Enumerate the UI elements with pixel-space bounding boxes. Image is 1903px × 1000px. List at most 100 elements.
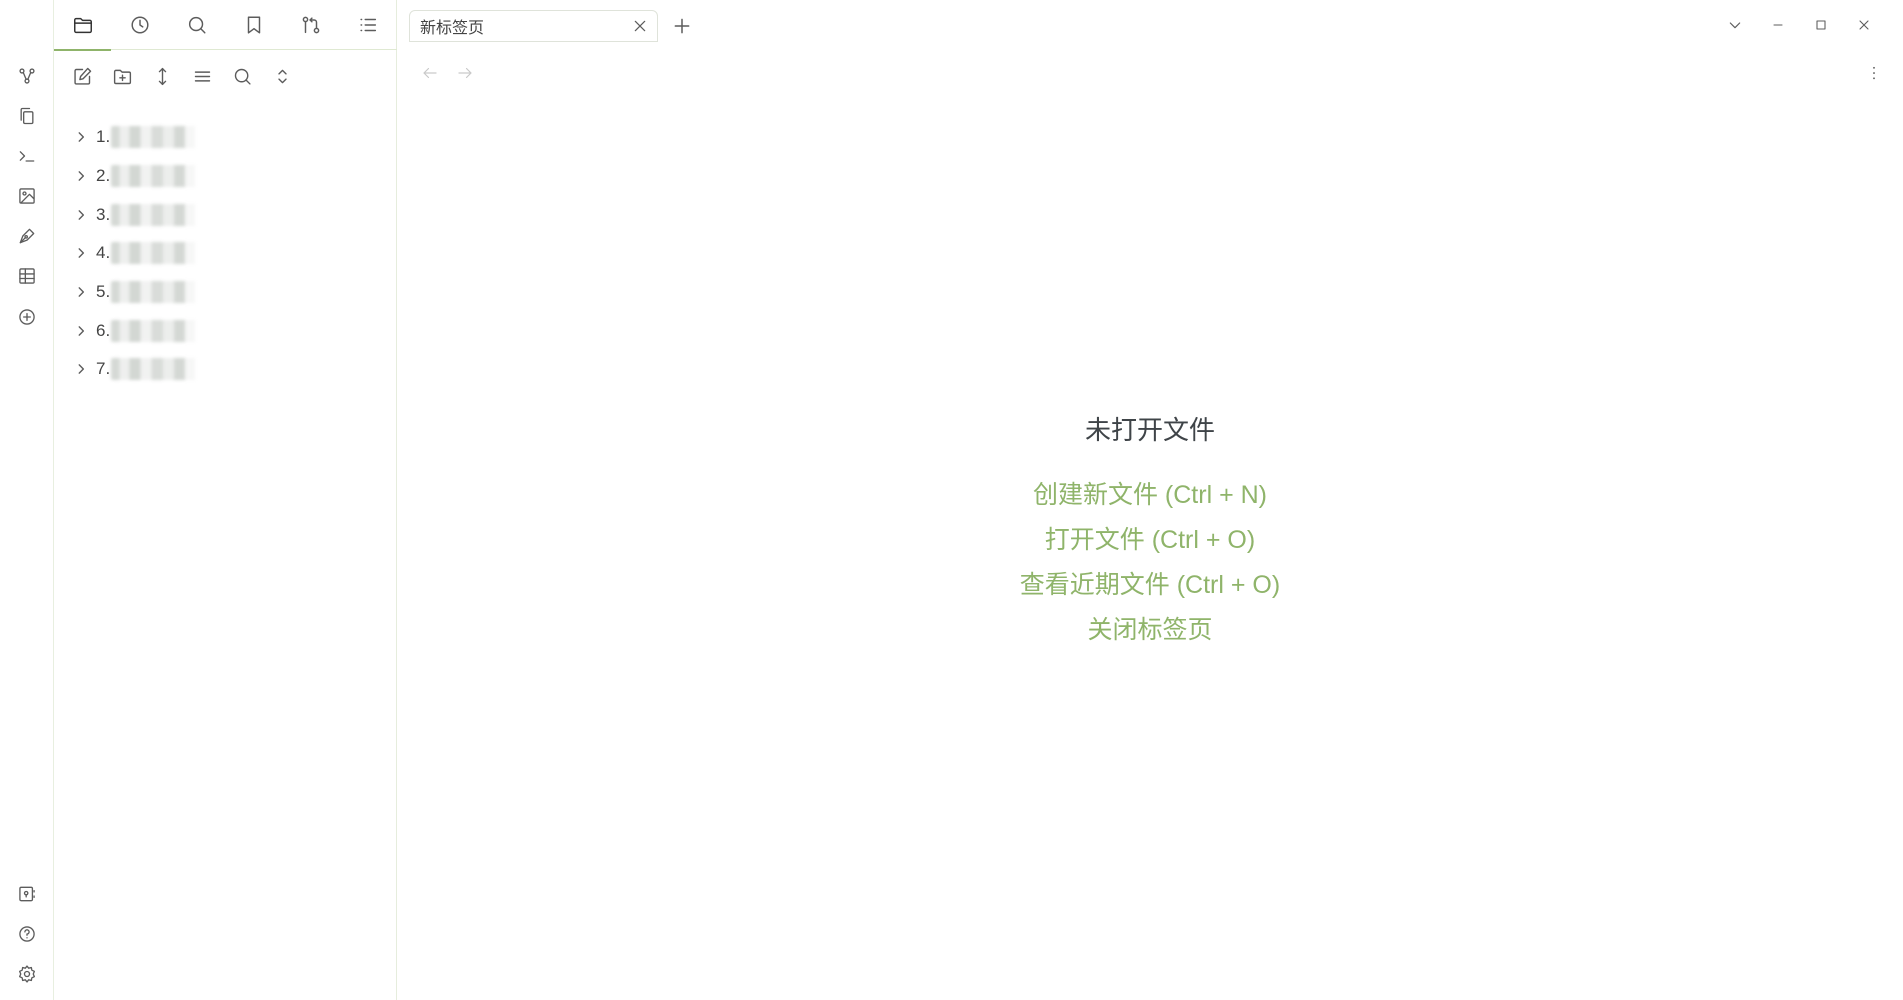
file-tree: 1. 2. 3. 4. 5. 6. 7. — [74, 118, 374, 389]
folder-icon — [73, 17, 92, 34]
new-folder-button[interactable] — [108, 62, 136, 90]
tree-item-label: 2. — [96, 166, 111, 186]
redacted-text — [111, 319, 196, 342]
tree-folder[interactable]: 4. — [74, 234, 374, 273]
tree-folder[interactable]: 2. — [74, 157, 374, 196]
ribbon — [0, 0, 54, 1000]
git-compare-icon — [302, 16, 319, 34]
redacted-text — [111, 281, 196, 304]
tree-folder[interactable]: 3. — [74, 195, 374, 234]
tab-close-button[interactable] — [627, 13, 653, 39]
chevron-down-icon — [1729, 22, 1741, 29]
clock-icon — [130, 16, 149, 34]
chevron-right-icon — [78, 364, 85, 375]
sort-icon — [158, 67, 166, 85]
menu-icon — [194, 70, 210, 82]
close-icon — [634, 20, 646, 32]
close-window-button[interactable] — [1849, 11, 1879, 39]
image-icon — [19, 188, 35, 204]
redacted-text — [111, 242, 196, 265]
list-icon — [359, 18, 376, 32]
view-header — [397, 58, 1903, 88]
add-plugin-button[interactable] — [14, 304, 40, 330]
more-vertical-icon — [1873, 66, 1875, 80]
tab-list-button[interactable] — [1720, 11, 1750, 39]
close-icon — [1859, 20, 1869, 30]
tree-item-label: 1. — [96, 127, 111, 147]
terminal-icon — [19, 151, 35, 162]
search-icon — [234, 68, 251, 85]
tab-outline[interactable] — [339, 0, 396, 50]
pen-icon — [19, 228, 35, 244]
table-icon — [19, 268, 35, 284]
graph-icon — [19, 68, 35, 84]
open-file-link[interactable]: 打开文件 (Ctrl + O) — [397, 518, 1903, 563]
vault-button[interactable] — [14, 881, 40, 907]
tree-folder[interactable]: 6. — [74, 311, 374, 350]
menu-button[interactable] — [188, 62, 216, 90]
file-explorer-sidebar: 1. 2. 3. 4. 5. 6. 7. — [54, 0, 397, 1000]
chevron-right-icon — [78, 209, 85, 220]
copy-button[interactable] — [14, 103, 40, 129]
draw-button[interactable] — [14, 223, 40, 249]
sort-button[interactable] — [148, 62, 176, 90]
image-button[interactable] — [14, 183, 40, 209]
close-tab-link[interactable]: 关闭标签页 — [397, 608, 1903, 653]
terminal-button[interactable] — [14, 143, 40, 169]
copy-icon — [20, 107, 34, 125]
collapse-icon — [277, 69, 287, 83]
sidebar-tab-bar — [54, 0, 397, 51]
tree-item-label: 5. — [96, 282, 111, 302]
settings-button[interactable] — [14, 961, 40, 987]
tab-file-explorer[interactable] — [54, 0, 111, 51]
navigate-forward-button[interactable] — [452, 60, 478, 86]
tab-search[interactable] — [168, 0, 225, 50]
help-button[interactable] — [14, 921, 40, 947]
redacted-text — [111, 165, 196, 188]
tree-folder[interactable]: 1. — [74, 118, 374, 157]
arrow-right-icon — [458, 67, 472, 79]
tree-folder[interactable]: 7. — [74, 350, 374, 389]
tab-new-tab[interactable]: 新标签页 — [409, 10, 658, 42]
explorer-search-button[interactable] — [228, 62, 256, 90]
tree-folder[interactable]: 5. — [74, 273, 374, 312]
create-new-file-link[interactable]: 创建新文件 (Ctrl + N) — [397, 473, 1903, 518]
more-options-button[interactable] — [1861, 60, 1887, 86]
chevron-right-icon — [78, 132, 85, 143]
minimize-icon — [1773, 24, 1783, 26]
bookmark-icon — [247, 16, 260, 34]
chevron-right-icon — [78, 325, 85, 336]
recent-files-link[interactable]: 查看近期文件 (Ctrl + O) — [397, 563, 1903, 608]
plus-circle-icon — [19, 309, 35, 325]
tab-recent-files[interactable] — [111, 0, 168, 50]
chevron-right-icon — [78, 287, 85, 297]
new-tab-button[interactable] — [669, 13, 695, 39]
redacted-text — [111, 358, 196, 381]
tab-title: 新标签页 — [420, 20, 485, 37]
chevron-right-icon — [78, 171, 85, 181]
minimize-button[interactable] — [1763, 11, 1793, 39]
plus-icon — [674, 18, 690, 34]
arrow-left-icon — [423, 67, 437, 79]
chevron-right-icon — [78, 248, 85, 259]
collapse-all-button[interactable] — [268, 62, 296, 90]
navigate-back-button[interactable] — [417, 60, 443, 86]
main-pane: 新标签页 未打开文件 创建新文件 (Ctrl + N) 打开文件 (Ctrl +… — [397, 0, 1903, 1000]
settings-icon — [19, 965, 35, 983]
search-icon — [188, 16, 206, 34]
redacted-text — [111, 203, 196, 226]
new-folder-icon — [113, 69, 131, 84]
table-button[interactable] — [14, 263, 40, 289]
tab-git[interactable] — [282, 0, 339, 50]
maximize-button[interactable] — [1806, 11, 1836, 39]
new-note-button[interactable] — [68, 62, 96, 90]
tab-bar: 新标签页 — [397, 0, 1903, 50]
tree-item-label: 3. — [96, 204, 111, 224]
vault-icon — [19, 886, 35, 902]
graph-view-button[interactable] — [14, 63, 40, 89]
maximize-icon — [1816, 20, 1826, 30]
tab-bookmarks[interactable] — [225, 0, 282, 50]
help-icon — [19, 926, 35, 942]
tree-item-label: 4. — [96, 243, 111, 263]
tree-item-label: 6. — [96, 320, 111, 340]
